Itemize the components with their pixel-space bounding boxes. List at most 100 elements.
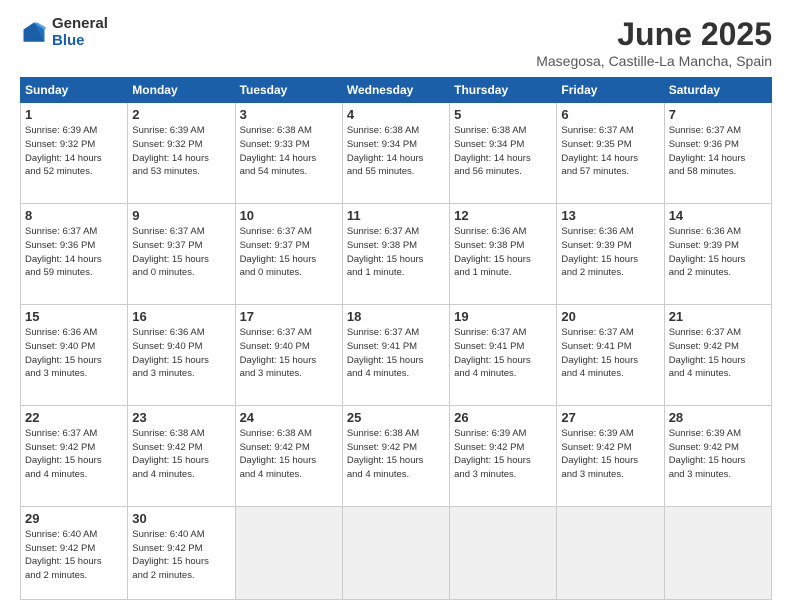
day-number: 20 [561,309,659,324]
cell-info: Sunrise: 6:39 AMSunset: 9:42 PMDaylight:… [454,427,552,482]
day-number: 22 [25,410,123,425]
cell-info: Sunrise: 6:38 AMSunset: 9:33 PMDaylight:… [240,124,338,179]
logo-icon [20,19,48,47]
cell-info: Sunrise: 6:37 AMSunset: 9:42 PMDaylight:… [669,326,767,381]
calendar-header: SundayMondayTuesdayWednesdayThursdayFrid… [21,78,772,103]
calendar-cell: 17 Sunrise: 6:37 AMSunset: 9:40 PMDayligh… [235,304,342,405]
day-number: 25 [347,410,445,425]
day-number: 8 [25,208,123,223]
day-number: 10 [240,208,338,223]
calendar-body: 1Sunrise: 6:39 AMSunset: 9:32 PMDaylight… [21,103,772,600]
cell-info: Sunrise: 6:37 AMSunset: 9:41 PMDaylight:… [454,326,552,381]
calendar: SundayMondayTuesdayWednesdayThursdayFrid… [20,77,772,600]
day-number: 21 [669,309,767,324]
day-number: 30 [132,511,230,526]
day-number: 19 [454,309,552,324]
calendar-cell: 20Sunrise: 6:37 AMSunset: 9:41 PMDayligh… [557,304,664,405]
calendar-cell: 15Sunrise: 6:36 AMSunset: 9:40 PMDayligh… [21,304,128,405]
cell-info: Sunrise: 6:37 AMSunset: 9:42 PMDaylight:… [25,427,123,482]
calendar-cell: 24 Sunrise: 6:38 AMSunset: 9:42 PMDayligh… [235,405,342,506]
cell-info: Sunrise: 6:37 AMSunset: 9:36 PMDaylight:… [669,124,767,179]
day-number: 12 [454,208,552,223]
week-row-3: 15Sunrise: 6:36 AMSunset: 9:40 PMDayligh… [21,304,772,405]
day-number: 24 [240,410,338,425]
cell-info: Sunrise: 6:36 AMSunset: 9:40 PMDaylight:… [25,326,123,381]
calendar-cell: 30 Sunrise: 6:40 AMSunset: 9:42 PMDayligh… [128,506,235,599]
day-number: 27 [561,410,659,425]
calendar-cell [450,506,557,599]
logo-general: General [52,16,108,33]
calendar-cell: 3 Sunrise: 6:38 AMSunset: 9:33 PMDaylight… [235,103,342,204]
cell-info: Sunrise: 6:36 AMSunset: 9:40 PMDaylight:… [132,326,230,381]
day-number: 17 [240,309,338,324]
cell-info: Sunrise: 6:40 AMSunset: 9:42 PMDaylight:… [132,528,230,583]
day-number: 26 [454,410,552,425]
calendar-cell: 7 Sunrise: 6:37 AMSunset: 9:36 PMDaylight… [664,103,771,204]
day-number: 23 [132,410,230,425]
calendar-cell: 16Sunrise: 6:36 AMSunset: 9:40 PMDayligh… [128,304,235,405]
calendar-cell: 29 Sunrise: 6:40 AMSunset: 9:42 PMDayligh… [21,506,128,599]
cell-info: Sunrise: 6:37 AMSunset: 9:35 PMDaylight:… [561,124,659,179]
calendar-cell: 25Sunrise: 6:38 AMSunset: 9:42 PMDayligh… [342,405,449,506]
cell-info: Sunrise: 6:38 AMSunset: 9:34 PMDaylight:… [454,124,552,179]
calendar-cell: 11 Sunrise: 6:37 AMSunset: 9:38 PMDayligh… [342,203,449,304]
calendar-cell: 23 Sunrise: 6:38 AMSunset: 9:42 PMDayligh… [128,405,235,506]
day-number: 14 [669,208,767,223]
calendar-cell: 28 Sunrise: 6:39 AMSunset: 9:42 PMDayligh… [664,405,771,506]
calendar-cell: 27 Sunrise: 6:39 AMSunset: 9:42 PMDayligh… [557,405,664,506]
calendar-cell [557,506,664,599]
day-number: 4 [347,107,445,122]
cell-info: Sunrise: 6:37 AMSunset: 9:37 PMDaylight:… [240,225,338,280]
page: General Blue June 2025 Masegosa, Castill… [0,0,792,612]
calendar-cell: 5 Sunrise: 6:38 AMSunset: 9:34 PMDaylight… [450,103,557,204]
cell-info: Sunrise: 6:37 AMSunset: 9:40 PMDaylight:… [240,326,338,381]
day-number: 9 [132,208,230,223]
day-header-friday: Friday [557,78,664,103]
day-number: 28 [669,410,767,425]
calendar-cell [664,506,771,599]
calendar-cell [235,506,342,599]
cell-info: Sunrise: 6:38 AMSunset: 9:34 PMDaylight:… [347,124,445,179]
cell-info: Sunrise: 6:36 AMSunset: 9:38 PMDaylight:… [454,225,552,280]
location: Masegosa, Castille-La Mancha, Spain [536,53,772,69]
calendar-cell: 21 Sunrise: 6:37 AMSunset: 9:42 PMDayligh… [664,304,771,405]
day-number: 3 [240,107,338,122]
day-number: 29 [25,511,123,526]
day-number: 5 [454,107,552,122]
logo-blue: Blue [52,33,108,50]
calendar-cell: 18 Sunrise: 6:37 AMSunset: 9:41 PMDayligh… [342,304,449,405]
calendar-cell [342,506,449,599]
calendar-cell: 12 Sunrise: 6:36 AMSunset: 9:38 PMDayligh… [450,203,557,304]
day-number: 2 [132,107,230,122]
day-number: 7 [669,107,767,122]
day-number: 11 [347,208,445,223]
calendar-cell: 26 Sunrise: 6:39 AMSunset: 9:42 PMDayligh… [450,405,557,506]
cell-info: Sunrise: 6:36 AMSunset: 9:39 PMDaylight:… [561,225,659,280]
logo: General Blue [20,16,108,49]
day-number: 6 [561,107,659,122]
cell-info: Sunrise: 6:37 AMSunset: 9:38 PMDaylight:… [347,225,445,280]
cell-info: Sunrise: 6:39 AMSunset: 9:42 PMDaylight:… [669,427,767,482]
day-header-monday: Monday [128,78,235,103]
day-number: 1 [25,107,123,122]
cell-info: Sunrise: 6:38 AMSunset: 9:42 PMDaylight:… [240,427,338,482]
cell-info: Sunrise: 6:38 AMSunset: 9:42 PMDaylight:… [132,427,230,482]
cell-info: Sunrise: 6:37 AMSunset: 9:41 PMDaylight:… [347,326,445,381]
cell-info: Sunrise: 6:36 AMSunset: 9:39 PMDaylight:… [669,225,767,280]
calendar-cell: 9Sunrise: 6:37 AMSunset: 9:37 PMDaylight… [128,203,235,304]
week-row-4: 22 Sunrise: 6:37 AMSunset: 9:42 PMDayligh… [21,405,772,506]
day-header-thursday: Thursday [450,78,557,103]
calendar-cell: 19 Sunrise: 6:37 AMSunset: 9:41 PMDayligh… [450,304,557,405]
cell-info: Sunrise: 6:37 AMSunset: 9:36 PMDaylight:… [25,225,123,280]
calendar-cell: 6 Sunrise: 6:37 AMSunset: 9:35 PMDaylight… [557,103,664,204]
header-row: SundayMondayTuesdayWednesdayThursdayFrid… [21,78,772,103]
calendar-cell: 10 Sunrise: 6:37 AMSunset: 9:37 PMDayligh… [235,203,342,304]
calendar-cell: 1Sunrise: 6:39 AMSunset: 9:32 PMDaylight… [21,103,128,204]
calendar-cell: 8 Sunrise: 6:37 AMSunset: 9:36 PMDaylight… [21,203,128,304]
cell-info: Sunrise: 6:40 AMSunset: 9:42 PMDaylight:… [25,528,123,583]
cell-info: Sunrise: 6:39 AMSunset: 9:42 PMDaylight:… [561,427,659,482]
day-header-wednesday: Wednesday [342,78,449,103]
day-header-tuesday: Tuesday [235,78,342,103]
day-number: 18 [347,309,445,324]
day-header-saturday: Saturday [664,78,771,103]
